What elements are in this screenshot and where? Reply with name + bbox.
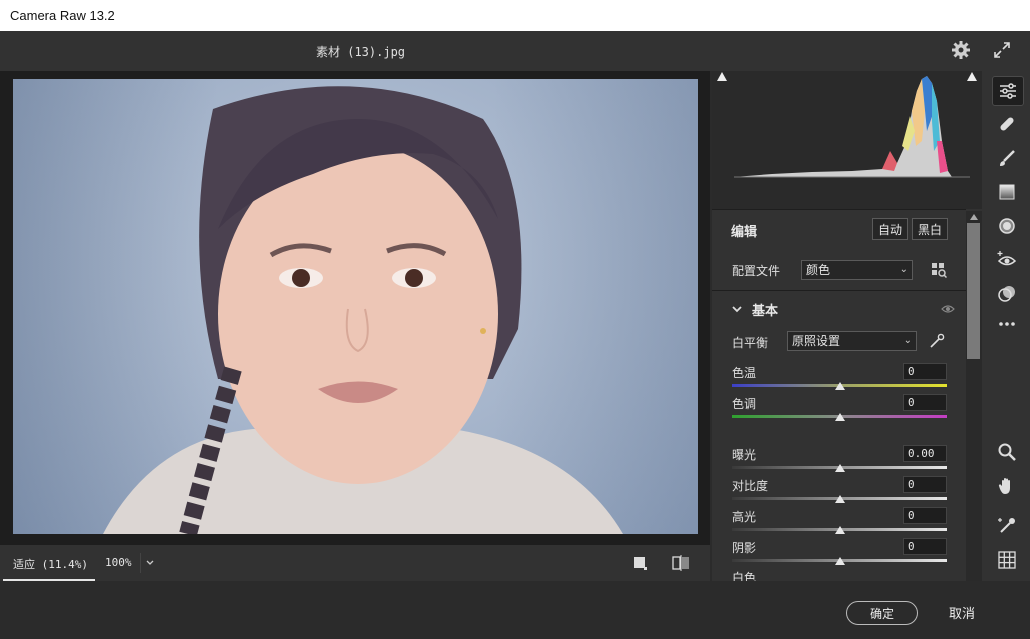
shadows-value[interactable]: 0 [903, 538, 947, 555]
histogram [712, 71, 982, 209]
exposure-slider-handle[interactable] [834, 464, 845, 472]
chevron-down-icon[interactable] [731, 303, 743, 315]
more-icon [999, 322, 1015, 326]
hand-tool-button[interactable] [992, 472, 1022, 500]
toggle-sampler-icon[interactable] [633, 556, 647, 570]
contrast-value[interactable]: 0 [903, 476, 947, 493]
presets-icon [998, 286, 1015, 302]
scrollbar-thumb[interactable] [967, 223, 980, 359]
window-title: Camera Raw 13.2 [10, 8, 115, 23]
zoom-fit-button[interactable]: 适应 (11.4%) [3, 545, 95, 581]
before-after-icon[interactable] [672, 555, 690, 571]
zoom-icon [998, 443, 1016, 461]
highlights-value[interactable]: 0 [903, 507, 947, 524]
window-title-bar: Camera Raw 13.2 [0, 0, 1030, 31]
healing-tool-button[interactable] [992, 110, 1022, 138]
more-tools-button[interactable] [992, 310, 1022, 338]
profile-select[interactable]: 颜色 ⌄ [801, 260, 913, 280]
temperature-slider-handle[interactable] [834, 382, 845, 390]
chevron-down-icon: ⌄ [903, 335, 912, 346]
exposure-value[interactable]: 0.00 [903, 445, 947, 462]
tint-value[interactable]: 0 [903, 394, 947, 411]
cancel-button[interactable]: 取消 [949, 603, 975, 622]
grid-tool-button[interactable] [992, 546, 1022, 574]
highlights-slider-handle[interactable] [834, 526, 845, 534]
temperature-label: 色温 [732, 366, 757, 380]
edit-tool-button[interactable] [992, 76, 1024, 106]
document-filename: 素材 (13).jpg [316, 45, 406, 59]
highlight-clipping-icon[interactable] [966, 71, 978, 83]
canvas-toolbar: 适应 (11.4%) 100% [0, 545, 710, 581]
healing-icon [1000, 117, 1014, 131]
profile-browser-icon[interactable] [931, 262, 947, 278]
eye-icon[interactable] [941, 304, 955, 314]
edit-panel: 编辑 自动 黑白 配置文件 颜色 ⌄ 基本 白平衡 原照设置 ⌄ 色温 0 色调… [712, 71, 984, 585]
sliders-icon [1000, 83, 1016, 99]
shadows-label: 阴影 [732, 541, 757, 555]
document-bar: 素材 (13).jpg [0, 31, 984, 71]
scroll-up-icon[interactable] [969, 213, 979, 221]
tint-label: 色调 [732, 397, 757, 411]
ok-button[interactable]: 确定 [846, 601, 918, 625]
preview-photo [13, 79, 698, 534]
eyedropper-icon [998, 518, 1015, 533]
highlights-label: 高光 [732, 510, 757, 524]
gradient-icon [999, 184, 1015, 200]
brush-tool-button[interactable] [992, 144, 1022, 172]
white-balance-label: 白平衡 [732, 336, 769, 350]
shadows-slider-handle[interactable] [834, 557, 845, 565]
shadow-clipping-icon[interactable] [716, 71, 728, 83]
grid-icon [998, 551, 1016, 569]
edit-heading: 编辑 [731, 225, 758, 240]
white-balance-select[interactable]: 原照设置 ⌄ [787, 331, 917, 351]
auto-button[interactable]: 自动 [872, 218, 908, 240]
expand-icon[interactable] [992, 40, 1012, 60]
temperature-value[interactable]: 0 [903, 363, 947, 380]
black-white-button[interactable]: 黑白 [912, 218, 948, 240]
panel-scrollbar[interactable] [966, 211, 982, 581]
profile-value: 颜色 [806, 263, 831, 277]
eyedropper-icon[interactable] [928, 332, 946, 350]
dialog-footer: 确定 取消 [0, 581, 1030, 639]
zoom-fit-label: 适应 (11.4%) [13, 558, 88, 571]
image-canvas[interactable] [0, 71, 710, 545]
gradient-tool-button[interactable] [992, 178, 1022, 206]
tool-sidebar [984, 31, 1030, 581]
eyedropper-tool-button[interactable] [992, 512, 1022, 540]
chevron-down-icon[interactable] [140, 553, 159, 573]
hand-icon [998, 478, 1010, 494]
exposure-label: 曝光 [732, 448, 757, 462]
profile-label: 配置文件 [732, 264, 781, 278]
contrast-slider-handle[interactable] [834, 495, 845, 503]
tint-slider-handle[interactable] [834, 413, 845, 421]
gear-icon[interactable] [951, 40, 971, 60]
contrast-label: 对比度 [732, 479, 769, 493]
zoom-100-button[interactable]: 100% [105, 556, 132, 569]
brush-icon [1000, 150, 1015, 166]
radial-tool-button[interactable] [992, 212, 1022, 240]
zoom-tool-button[interactable] [992, 438, 1022, 466]
presets-tool-button[interactable] [992, 280, 1022, 308]
basic-heading[interactable]: 基本 [752, 300, 778, 319]
white-balance-value: 原照设置 [792, 334, 841, 348]
redeye-tool-button[interactable] [992, 246, 1022, 274]
radial-icon [999, 218, 1015, 234]
redeye-icon [997, 251, 1017, 266]
chevron-down-icon: ⌄ [899, 264, 908, 275]
